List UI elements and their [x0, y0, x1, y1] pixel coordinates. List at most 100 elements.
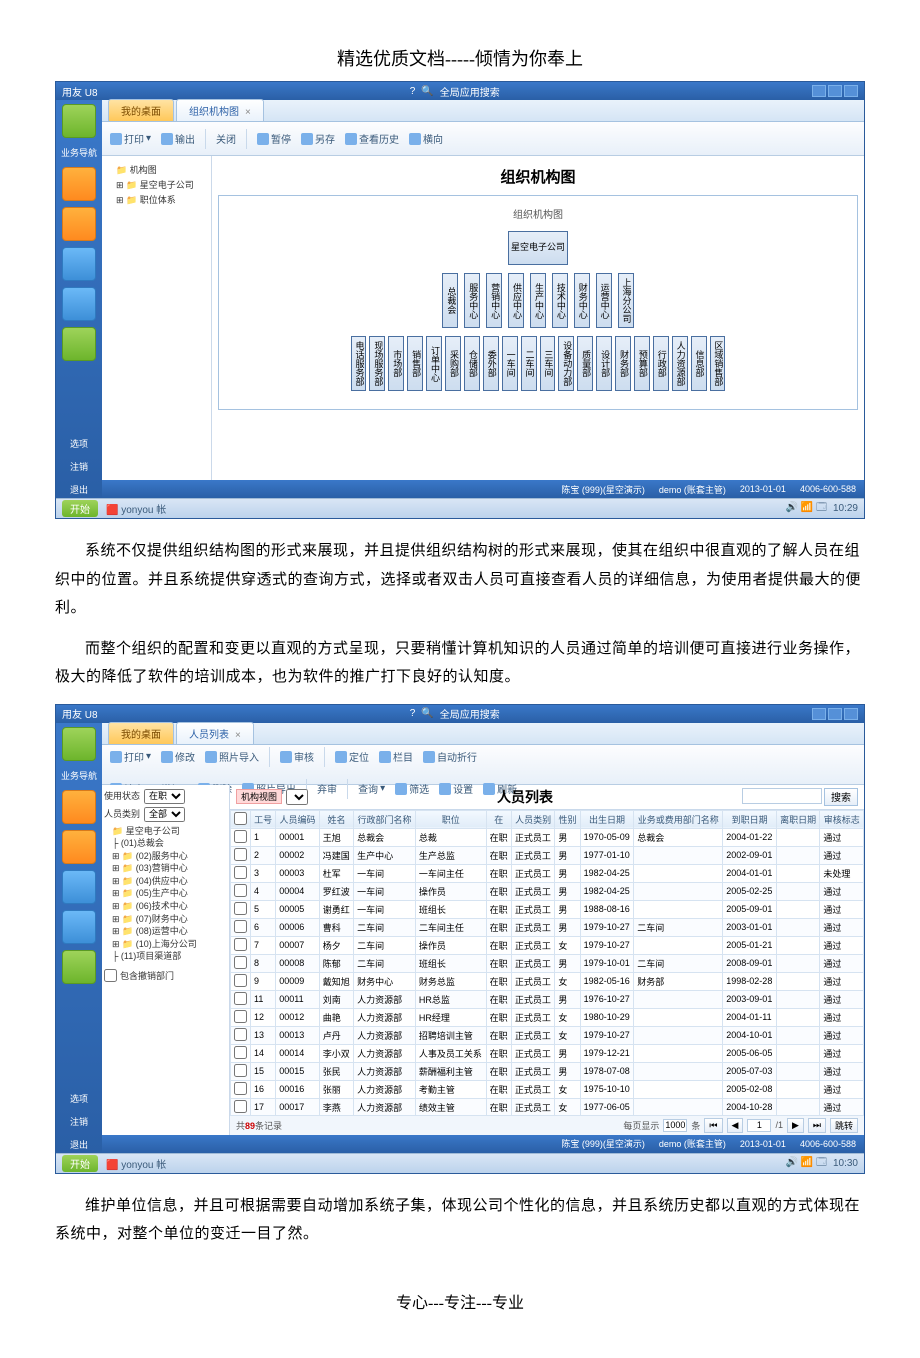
col-header[interactable]: 审核标志 [820, 810, 864, 828]
table-row[interactable]: 200002冯建国生产中心生产总监在职正式员工男1977-01-102002-0… [231, 846, 864, 864]
tree-item[interactable]: 📁 机构图 [106, 162, 207, 177]
table-row[interactable]: 400004罗红波一车间操作员在职正式员工男1982-04-252005-02-… [231, 882, 864, 900]
rail-options[interactable]: 选项 [70, 435, 88, 452]
stop-button[interactable]: 暂停 [257, 131, 291, 146]
org-node[interactable]: 一车间 [502, 336, 518, 391]
org-node[interactable]: 供应中心 [508, 273, 524, 328]
close-icon[interactable] [844, 85, 858, 97]
output-button[interactable]: 输出 [161, 131, 195, 146]
table-row[interactable]: 800008陈郁二车间班组长在职正式员工男1979-10-01二车间2008-0… [231, 954, 864, 972]
find-button[interactable]: 定位 [335, 749, 369, 764]
org-node[interactable]: 电话服务部 [351, 336, 367, 391]
org-node[interactable]: 设计部 [596, 336, 612, 391]
table-row[interactable]: 500005谢勇红一车间班组长在职正式员工男1988-08-162005-09-… [231, 900, 864, 918]
rail-fav-button[interactable] [62, 790, 96, 824]
page-jump[interactable]: 跳转 [830, 1118, 858, 1133]
taskbar-app[interactable]: 🟥 yonyou 帐 [106, 1156, 166, 1171]
org-node[interactable]: 营销中心 [486, 273, 502, 328]
tree-item[interactable]: ⊞ 📁 (04)供应中心 [104, 875, 227, 888]
row-checkbox[interactable] [234, 920, 247, 933]
org-node[interactable]: 技术中心 [552, 273, 568, 328]
import-button[interactable]: 照片导入 [205, 749, 259, 764]
col-header[interactable]: 工号 [251, 810, 276, 828]
org-node[interactable]: 信息部 [691, 336, 707, 391]
col-header[interactable]: 离职日期 [776, 810, 819, 828]
col-header[interactable]: 行政部门名称 [354, 810, 416, 828]
rail-options[interactable]: 选项 [70, 1090, 88, 1107]
table-row[interactable]: 1600016张丽人力资源部考勤主管在职正式员工女1975-10-102005-… [231, 1080, 864, 1098]
page-first[interactable]: ⏮ [704, 1118, 722, 1133]
search-input[interactable] [742, 788, 822, 804]
wrap-button[interactable]: 自动折行 [423, 749, 477, 764]
tray-icons[interactable]: 🔊 📶 🗔 [786, 1155, 827, 1172]
tab-close-icon[interactable]: × [235, 730, 241, 741]
col-header[interactable]: 业务或费用部门名称 [634, 810, 723, 828]
rail-report-button[interactable] [62, 870, 96, 904]
select-all-checkbox[interactable] [234, 812, 247, 825]
rail-utu-button[interactable] [62, 910, 96, 944]
tab-person[interactable]: 人员列表× [176, 722, 254, 744]
global-search[interactable]: 全局应用搜索 [440, 706, 500, 721]
tab-org[interactable]: 组织机构图× [176, 99, 264, 121]
org-node[interactable]: 现场服务部 [369, 336, 385, 391]
close-button[interactable]: 关闭 [216, 131, 236, 146]
rail-fav-button[interactable] [62, 167, 96, 201]
row-checkbox[interactable] [234, 956, 247, 969]
help-icon[interactable]: ? [410, 86, 416, 97]
table-row[interactable]: 100001王旭总裁会总裁在职正式员工男1970-05-09总裁会2004-01… [231, 828, 864, 846]
col-header[interactable]: 在 [486, 810, 511, 828]
include-revoked-checkbox[interactable] [104, 969, 117, 982]
org-node[interactable]: 行政部 [653, 336, 669, 391]
rail-exit[interactable]: 退出 [70, 481, 88, 498]
filter-status-select[interactable]: 在职 [144, 789, 185, 804]
tree-item[interactable]: 📁 星空电子公司 [104, 825, 227, 838]
col-header[interactable]: 人员编码 [276, 810, 319, 828]
col-header[interactable]: 人员类别 [511, 810, 554, 828]
row-checkbox[interactable] [234, 848, 247, 861]
tree-item[interactable]: ⊞ 📁 (08)运营中心 [104, 925, 227, 938]
org-node[interactable]: 生产中心 [530, 273, 546, 328]
row-checkbox[interactable] [234, 866, 247, 879]
page-input[interactable] [747, 1119, 771, 1132]
org-node[interactable]: 市场部 [388, 336, 404, 391]
rail-u8-button[interactable] [62, 950, 96, 984]
view-segment[interactable]: 机构视图 [236, 789, 282, 804]
org-node[interactable]: 预算部 [634, 336, 650, 391]
row-checkbox[interactable] [234, 992, 247, 1005]
rail-msg-button[interactable] [62, 830, 96, 864]
min-icon[interactable] [812, 708, 826, 720]
org-node[interactable]: 质量部 [577, 336, 593, 391]
tree-item[interactable]: ├ (11)项目渠道部 [104, 950, 227, 963]
row-checkbox[interactable] [234, 1046, 247, 1059]
print-button[interactable]: 打印 ▾ [110, 749, 151, 764]
org-node[interactable]: 订单中心 [426, 336, 442, 391]
row-checkbox[interactable] [234, 1028, 247, 1041]
row-checkbox[interactable] [234, 1010, 247, 1023]
rail-utu-button[interactable] [62, 287, 96, 321]
org-node[interactable]: 上海分公司 [618, 273, 634, 328]
row-checkbox[interactable] [234, 830, 247, 843]
tree-item[interactable]: ⊞ 📁 (10)上海分公司 [104, 938, 227, 951]
org-node[interactable]: 三车间 [540, 336, 556, 391]
col-header[interactable]: 职位 [415, 810, 486, 828]
page-next[interactable]: ▶ [787, 1118, 804, 1133]
org-node[interactable]: 运营中心 [596, 273, 612, 328]
org-node[interactable]: 总裁会 [442, 273, 458, 328]
row-checkbox[interactable] [234, 884, 247, 897]
org-node[interactable]: 服务中心 [464, 273, 480, 328]
col-header[interactable]: 到职日期 [723, 810, 777, 828]
rail-msg-button[interactable] [62, 207, 96, 241]
org-node-root[interactable]: 星空电子公司 [508, 231, 568, 265]
page-prev[interactable]: ◀ [727, 1118, 744, 1133]
row-checkbox[interactable] [234, 938, 247, 951]
tree-item[interactable]: ⊞ 📁 (07)财务中心 [104, 913, 227, 926]
rail-nav-button[interactable] [62, 727, 96, 761]
save-button[interactable]: 另存 [301, 131, 335, 146]
history-button[interactable]: 查看历史 [345, 131, 399, 146]
edit-button[interactable]: 修改 [161, 749, 195, 764]
per-page-input[interactable] [663, 1119, 687, 1132]
row-checkbox[interactable] [234, 1100, 247, 1113]
org-node[interactable]: 财务中心 [574, 273, 590, 328]
table-row[interactable]: 900009戴知旭财务中心财务总监在职正式员工女1982-05-16财务部199… [231, 972, 864, 990]
table-row[interactable]: 1300013卢丹人力资源部招聘培训主管在职正式员工女1979-10-27200… [231, 1026, 864, 1044]
